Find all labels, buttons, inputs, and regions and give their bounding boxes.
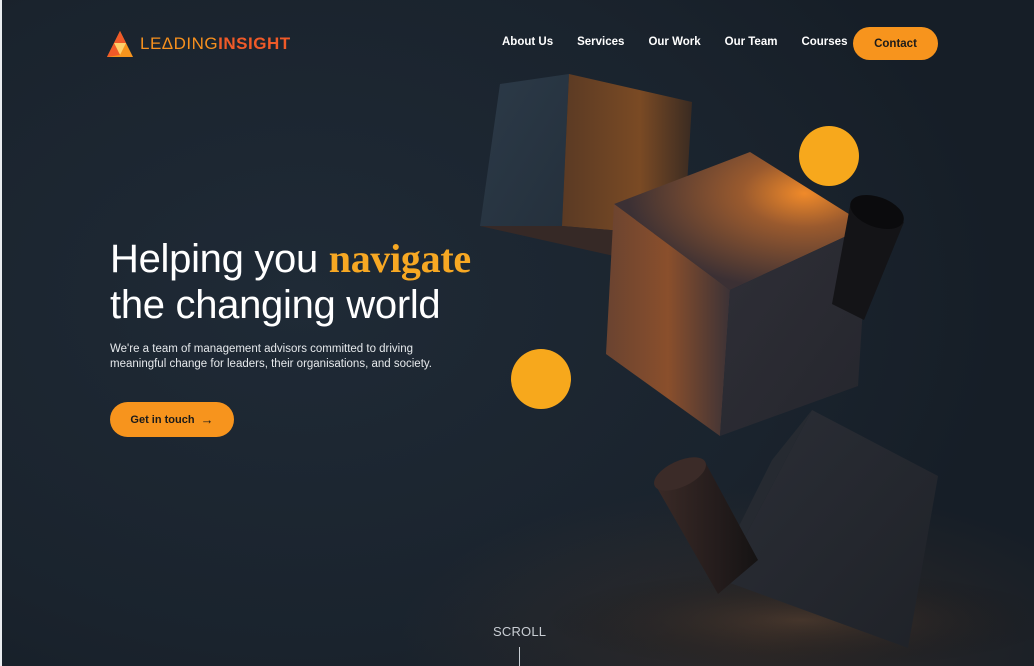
brand-name-part1: LEΔDING <box>140 34 219 53</box>
contact-button[interactable]: Contact <box>853 27 938 60</box>
hero-subtitle: We're a team of management advisors comm… <box>110 343 432 370</box>
scroll-indicator-label[interactable]: SCROLL <box>493 624 546 639</box>
arrow-right-icon: → <box>200 412 214 427</box>
hero-title-part2: the changing world <box>110 283 441 327</box>
brand-wordmark: LEΔDINGINSIGHT <box>140 34 291 54</box>
nav-about-us[interactable]: About Us <box>502 36 553 48</box>
nav-services[interactable]: Services <box>577 36 624 48</box>
logo-triangle-icon <box>107 31 133 57</box>
brand-name-part2: INSIGHT <box>218 34 291 53</box>
get-in-touch-label: Get in touch <box>130 413 195 426</box>
hero-title-accent: navigate <box>328 236 471 281</box>
nav-courses[interactable]: Courses <box>801 36 847 48</box>
hero-title: Helping you navigate the changing world <box>110 236 530 328</box>
nav-our-team[interactable]: Our Team <box>725 36 778 48</box>
brand-logo[interactable]: LEΔDINGINSIGHT <box>106 28 291 60</box>
main-navigation: About Us Services Our Work Our Team Cour… <box>502 36 847 48</box>
nav-our-work[interactable]: Our Work <box>648 36 700 48</box>
get-in-touch-button[interactable]: Get in touch → <box>110 402 234 437</box>
hero-title-part1: Helping you <box>110 237 329 281</box>
scroll-indicator-line <box>519 647 520 666</box>
hero-3d-illustration <box>480 74 1034 666</box>
hero-section: LEΔDINGINSIGHT About Us Services Our Wor… <box>0 0 1034 666</box>
